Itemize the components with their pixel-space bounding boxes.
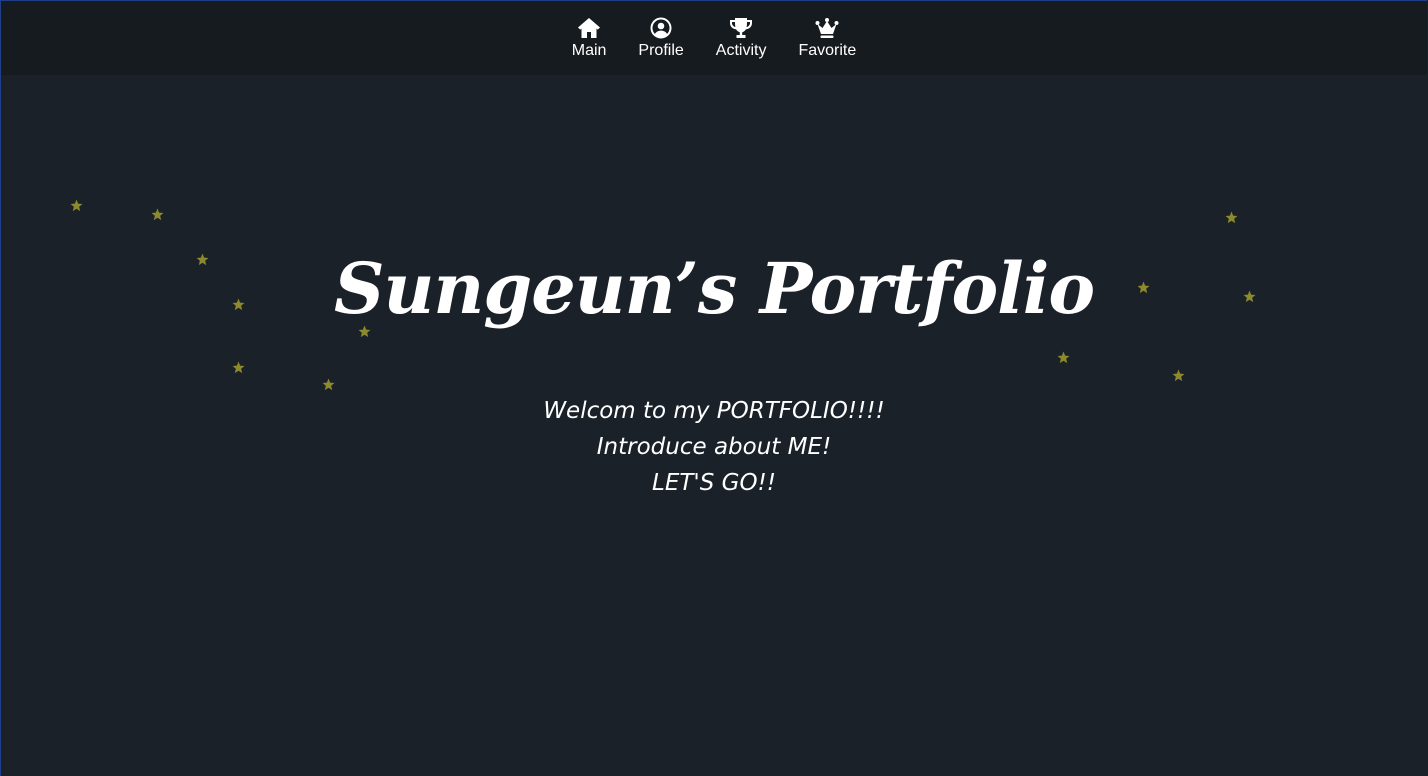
- user-circle-icon: [650, 17, 672, 38]
- star-icon: [1225, 211, 1238, 224]
- page-title: Sungeun’s Portfolio: [333, 247, 1095, 330]
- nav-activity-label: Activity: [715, 41, 767, 59]
- star-icon: [70, 199, 83, 212]
- welcome-line: Welcom to my PORTFOLIO!!!!: [543, 398, 885, 424]
- nav-main[interactable]: Main: [571, 17, 607, 60]
- top-navbar: Main Profile Activity Favorite: [1, 1, 1427, 75]
- welcome-line: LET'S GO!!: [652, 470, 776, 496]
- nav-favorite[interactable]: Favorite: [798, 17, 856, 60]
- welcome-text: Welcom to my PORTFOLIO!!!! Introduce abo…: [1, 393, 1427, 501]
- star-icon: [322, 378, 335, 391]
- nav-profile-label: Profile: [638, 41, 684, 59]
- crown-icon: [815, 17, 839, 38]
- home-icon: [578, 17, 601, 38]
- page: Main Profile Activity Favorite Sungeun’s…: [0, 0, 1427, 776]
- nav-profile[interactable]: Profile: [638, 17, 684, 60]
- trophy-icon: [730, 17, 753, 38]
- nav-main-label: Main: [571, 41, 607, 59]
- nav-activity[interactable]: Activity: [715, 17, 767, 60]
- star-icon: [1057, 351, 1070, 364]
- star-icon: [1172, 369, 1185, 382]
- star-icon: [151, 208, 164, 221]
- welcome-line: Introduce about ME!: [596, 434, 832, 460]
- star-icon: [232, 361, 245, 374]
- nav-favorite-label: Favorite: [798, 41, 857, 59]
